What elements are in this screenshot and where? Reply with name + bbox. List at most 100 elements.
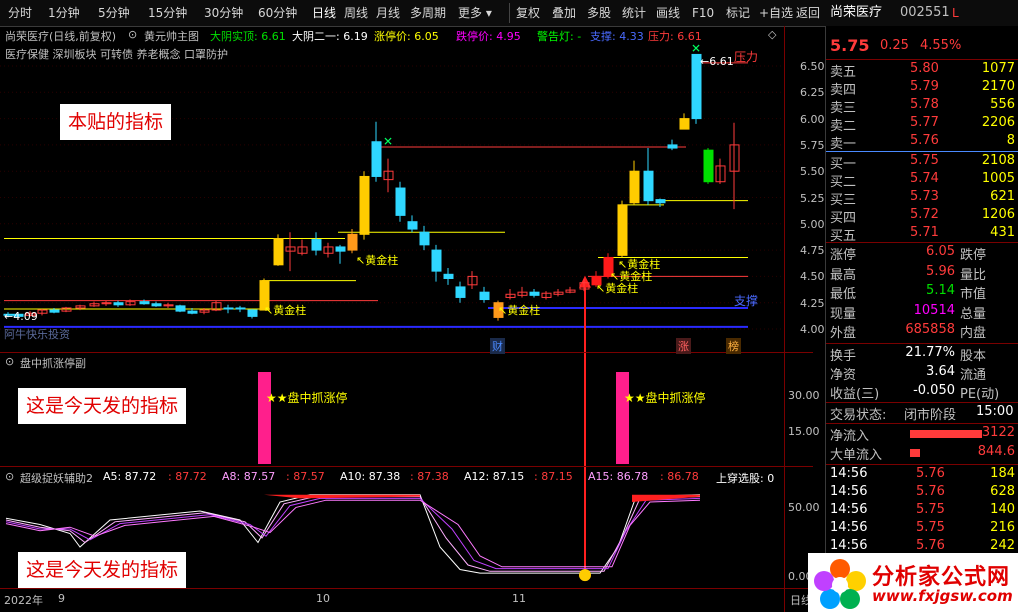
- flower-logo-icon: [814, 559, 866, 609]
- tick-price: 5.76: [916, 538, 945, 553]
- tick-time: 14:56: [830, 466, 868, 481]
- tick-price: 5.75: [916, 520, 945, 535]
- mark-button[interactable]: 标记: [726, 4, 750, 22]
- main-pressure: 压力: 6.61: [648, 30, 702, 43]
- stat-row: 涨停 6.05 跌停: [826, 244, 1018, 263]
- stat-label: 外盘: [830, 326, 857, 342]
- stat-value: -0.050: [913, 383, 955, 398]
- x-axis-month: 11: [512, 592, 526, 605]
- quote-divider: [826, 464, 1018, 465]
- golden-pillar-text: 黄金柱: [273, 304, 307, 317]
- stat-row: 现量 10514 总量: [826, 303, 1018, 322]
- row-volume: 1005: [981, 171, 1015, 186]
- panel-collapse-icon[interactable]: ◇: [768, 28, 776, 41]
- big-order-row: 大单流入 844.6: [826, 444, 1018, 463]
- bid-row: 买四 5.72 1206: [826, 207, 1018, 226]
- tab-weekly[interactable]: 周线: [344, 4, 368, 22]
- tab-multi-period[interactable]: 多周期: [410, 4, 446, 22]
- panel-divider: [0, 588, 813, 589]
- f10-button[interactable]: F10: [692, 4, 714, 22]
- stat-row: 换手 21.77% 股本: [826, 345, 1018, 364]
- row-price: 5.76: [910, 133, 939, 148]
- candle-body: [335, 246, 346, 252]
- stat-label-right: 量比: [960, 267, 987, 283]
- main-indicator-name[interactable]: 黄元帅主图: [144, 28, 199, 44]
- tab-30min[interactable]: 30分钟: [204, 4, 243, 22]
- sub2-title[interactable]: 超级捉妖辅助2: [20, 470, 93, 486]
- main-ytick: 4.25: [800, 296, 825, 310]
- tab-1min[interactable]: 1分钟: [48, 4, 80, 22]
- row-label: 卖四: [830, 83, 857, 98]
- limit-up-bar: [258, 372, 271, 464]
- candle-body: [617, 204, 628, 256]
- candle-body: [359, 175, 370, 235]
- add-watchlist-button[interactable]: +自选: [759, 4, 793, 22]
- price-change: 0.25: [880, 38, 909, 53]
- x-axis-month: 9: [58, 592, 65, 605]
- candle-body: [247, 309, 258, 317]
- row-price: 5.73: [910, 189, 939, 204]
- stat-value: 685858: [905, 322, 955, 338]
- panel-divider: [0, 466, 813, 467]
- annotation-main: 本贴的指标: [60, 104, 172, 140]
- quote-menu-icon[interactable]: ᒪ: [952, 4, 959, 22]
- sub2-a12-b: : 87.15: [534, 470, 573, 483]
- stat-label-right: PE(动): [960, 387, 1000, 402]
- trade-state-label: 交易状态:: [830, 408, 887, 423]
- main-limit-down: 跌停价: 4.95: [456, 30, 521, 43]
- draw-line-button[interactable]: 画线: [656, 4, 680, 22]
- tick-volume: 140: [990, 502, 1015, 517]
- sub1-ytick: 15.00: [788, 425, 820, 438]
- row-price: 5.72: [910, 207, 939, 222]
- logo-url: www.fxjgsw.com: [872, 587, 1013, 605]
- candle-body: [113, 302, 124, 306]
- x-axis-year: 2022年: [4, 594, 43, 607]
- sub1-ytick: 30.00: [788, 389, 820, 402]
- tab-daily[interactable]: 日线: [312, 4, 336, 22]
- tab-fenshi[interactable]: 分时: [8, 4, 32, 22]
- row-label: 买二: [830, 175, 857, 190]
- fuquan-button[interactable]: 复权: [516, 4, 540, 22]
- tab-15min[interactable]: 15分钟: [148, 4, 187, 22]
- ranking-tag[interactable]: 榜: [726, 338, 741, 354]
- support-tag: 支撑: [734, 294, 759, 308]
- row-price: 5.80: [910, 61, 939, 76]
- bid-row: 买一 5.75 2108: [826, 153, 1018, 172]
- main-ytick: 4.75: [800, 244, 825, 258]
- sub1-settings-icon[interactable]: ⊙: [5, 355, 14, 368]
- indicator-settings-icon[interactable]: ⊙: [128, 28, 137, 41]
- site-logo: 分析家公式网 www.fxjgsw.com: [808, 553, 1018, 612]
- toolbar-divider: [509, 3, 510, 23]
- candle-body: [655, 199, 666, 204]
- quote-divider: [826, 242, 1018, 243]
- finance-tag[interactable]: 财: [490, 338, 505, 354]
- stats-button[interactable]: 统计: [622, 4, 646, 22]
- quote-divider: [826, 59, 1018, 60]
- more-label: 更多: [458, 6, 483, 20]
- main-support: 支撑: 4.33: [590, 30, 644, 43]
- limit-up-tag[interactable]: 涨: [676, 338, 691, 354]
- tab-monthly[interactable]: 月线: [376, 4, 400, 22]
- stat-label-right: 市值: [960, 287, 987, 303]
- price-row: 5.75 0.25 4.55%: [826, 36, 1018, 60]
- stat-label-right: 跌停: [960, 248, 987, 263]
- tab-more[interactable]: 更多 ▾: [458, 4, 492, 22]
- tab-60min[interactable]: 60分钟: [258, 4, 297, 22]
- stat-row: 最低 5.14 市值: [826, 283, 1018, 302]
- stat-label: 现量: [830, 306, 857, 322]
- main-ytick: 5.25: [800, 191, 825, 205]
- row-price: 5.77: [910, 115, 939, 130]
- tab-5min[interactable]: 5分钟: [98, 4, 130, 22]
- sub1-title[interactable]: 盘中抓涨停副: [20, 355, 86, 371]
- candle-body: [431, 249, 442, 272]
- multi-stock-button[interactable]: 多股: [587, 4, 611, 22]
- tick-volume: 242: [990, 538, 1015, 553]
- back-button[interactable]: 返回: [796, 4, 820, 22]
- concept-tags: 医疗保健 深圳板块 可转债 养老概念 口罩防护: [5, 48, 228, 61]
- overlay-button[interactable]: 叠加: [552, 4, 576, 22]
- stat-label-right: 流通: [960, 368, 987, 383]
- sub2-settings-icon[interactable]: ⊙: [5, 470, 14, 483]
- stat-label: 最低: [830, 287, 857, 303]
- trade-state-row: 交易状态: 闭市阶段 15:00: [826, 404, 1018, 423]
- main-limit-up: 涨停价: 6.05: [374, 30, 439, 43]
